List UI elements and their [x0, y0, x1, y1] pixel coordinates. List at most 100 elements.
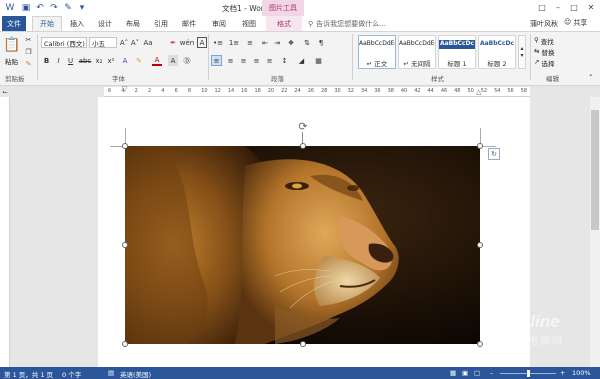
shrink-font-icon[interactable]: A˅: [130, 37, 140, 48]
find-button[interactable]: ⚲ 查找: [534, 36, 554, 46]
resize-handle-top-left[interactable]: [122, 143, 128, 149]
style-no-spacing[interactable]: AaBbCcDdEe ↵ 无间隔: [398, 35, 436, 69]
change-case-icon[interactable]: Aa: [143, 37, 153, 48]
line-spacing-icon[interactable]: ↕: [279, 55, 290, 66]
enclose-characters-icon[interactable]: Ⓓ: [182, 55, 192, 66]
style-heading-2[interactable]: AaBbCcDc 标题 2: [478, 35, 516, 69]
word-count[interactable]: 0 个字: [62, 369, 81, 379]
share-button[interactable]: ☺ 共享: [564, 18, 587, 28]
user-name[interactable]: 蒲叶风秋: [530, 19, 558, 29]
layout-options-icon[interactable]: ↻: [488, 148, 500, 160]
tab-references[interactable]: 引用: [150, 16, 172, 31]
increase-indent-icon[interactable]: ⇥: [272, 37, 282, 48]
font-size-combo[interactable]: 小五: [89, 37, 117, 48]
tell-me-box[interactable]: ⚲ 告诉我您想要做什么...: [308, 16, 386, 31]
page-count[interactable]: 第 1 页，共 1 页: [4, 369, 53, 379]
copy-icon[interactable]: ❐: [24, 47, 33, 56]
save-icon[interactable]: ▣: [20, 2, 32, 13]
format-painter-qat-icon[interactable]: ✎: [62, 2, 74, 13]
align-center-icon[interactable]: ≡: [225, 55, 236, 66]
character-border-icon[interactable]: A: [197, 37, 207, 48]
tab-selector-icon[interactable]: ⌙: [0, 87, 10, 97]
tab-design[interactable]: 设计: [94, 16, 116, 31]
minimize-button[interactable]: –: [550, 1, 566, 14]
bullets-icon[interactable]: •≡: [212, 37, 224, 48]
tab-review[interactable]: 审阅: [208, 16, 230, 31]
rotate-handle-icon[interactable]: ⟳: [297, 120, 309, 133]
justify-icon[interactable]: ≡: [251, 55, 262, 66]
language[interactable]: 英语(美国): [120, 369, 151, 379]
zoom-level[interactable]: 100%: [572, 369, 591, 377]
vertical-ruler[interactable]: [0, 97, 10, 367]
customize-qat-icon[interactable]: ▾: [76, 2, 88, 13]
show-marks-icon[interactable]: ¶: [316, 37, 326, 48]
grow-font-icon[interactable]: A˄: [119, 37, 129, 48]
chinese-layout-icon[interactable]: ❖: [286, 37, 296, 48]
tab-layout[interactable]: 布局: [122, 16, 144, 31]
scrollbar-thumb[interactable]: [591, 110, 599, 230]
collapse-ribbon-icon[interactable]: ˄: [589, 74, 593, 82]
clear-formatting-icon[interactable]: ✒: [168, 37, 178, 48]
align-left-icon[interactable]: ≡: [211, 55, 222, 66]
multilevel-list-icon[interactable]: ≡: [244, 37, 256, 48]
tab-format[interactable]: 格式: [266, 16, 302, 31]
tab-mailings[interactable]: 邮件: [178, 16, 200, 31]
styles-scroll-icon[interactable]: ▴ ▾: [518, 35, 526, 69]
tab-insert[interactable]: 插入: [66, 16, 88, 31]
bold-icon[interactable]: B: [42, 55, 51, 66]
right-indent-marker-icon[interactable]: △: [476, 88, 481, 96]
text-effects-icon[interactable]: A: [120, 55, 130, 66]
print-layout-icon[interactable]: ▣: [462, 369, 468, 377]
format-painter-icon[interactable]: ✎: [24, 59, 33, 68]
resize-handle-bottom-left[interactable]: [122, 341, 128, 347]
resize-handle-top[interactable]: [300, 143, 306, 149]
indent-marker-icon[interactable]: ▽: [122, 85, 127, 93]
font-name-combo[interactable]: Calibri (西文): [41, 37, 87, 48]
style-heading-1[interactable]: AaBbCcDc 标题 1: [438, 35, 476, 69]
resize-handle-bottom-right[interactable]: [477, 341, 483, 347]
close-button[interactable]: ✕: [583, 1, 599, 14]
web-layout-icon[interactable]: □: [474, 369, 480, 377]
sort-icon[interactable]: ⇅: [302, 37, 312, 48]
ribbon-display-options-icon[interactable]: □: [534, 1, 550, 14]
tab-file[interactable]: 文件: [2, 16, 26, 31]
zoom-out-button[interactable]: –: [490, 369, 493, 377]
borders-icon[interactable]: ▦: [313, 55, 324, 66]
font-color-icon[interactable]: A: [152, 55, 162, 66]
proofing-icon[interactable]: ▤: [108, 369, 114, 377]
read-mode-icon[interactable]: ▦: [450, 369, 456, 377]
shading-icon[interactable]: ◢: [296, 55, 307, 66]
paste-label[interactable]: 粘贴: [5, 56, 18, 66]
select-button[interactable]: ↗ 选择: [534, 58, 554, 68]
highlight-icon[interactable]: ✎: [134, 55, 144, 66]
phonetic-guide-icon[interactable]: wén: [180, 37, 194, 48]
underline-icon[interactable]: U: [66, 55, 75, 66]
superscript-icon[interactable]: x²: [106, 55, 116, 66]
undo-icon[interactable]: ↶: [34, 2, 46, 13]
subscript-icon[interactable]: x₂: [94, 55, 104, 66]
cut-icon[interactable]: ✂: [24, 35, 33, 44]
resize-handle-bottom[interactable]: [300, 341, 306, 347]
numbering-icon[interactable]: 1≡: [228, 37, 240, 48]
tab-view[interactable]: 视图: [238, 16, 260, 31]
align-right-icon[interactable]: ≡: [238, 55, 249, 66]
zoom-in-button[interactable]: +: [560, 369, 565, 377]
resize-handle-left[interactable]: [122, 242, 128, 248]
distributed-icon[interactable]: ≡: [264, 55, 275, 66]
replace-button[interactable]: ⇆ 替换: [534, 47, 554, 57]
ruler-tick-label: 54: [494, 88, 501, 94]
resize-handle-top-right[interactable]: [477, 143, 483, 149]
paste-icon[interactable]: 📋: [3, 36, 20, 54]
redo-icon[interactable]: ↷: [48, 2, 60, 13]
lion-image[interactable]: [125, 146, 480, 344]
tab-home[interactable]: 开始: [32, 16, 62, 31]
character-shading-icon[interactable]: A: [168, 55, 178, 66]
maximize-button[interactable]: □: [566, 1, 582, 14]
horizontal-ruler[interactable]: 6 4 2 2 4 6 8 10 12 14 16 18 20 22 24 26 28 30 32 34 36 38 40 4…: [104, 85, 530, 97]
resize-handle-right[interactable]: [477, 242, 483, 248]
italic-icon[interactable]: I: [54, 55, 63, 66]
zoom-slider-thumb[interactable]: [527, 370, 530, 377]
style-normal[interactable]: AaBbCcDdEe ↵ 正文: [358, 35, 396, 69]
strikethrough-icon[interactable]: abc: [79, 55, 92, 66]
decrease-indent-icon[interactable]: ⇤: [260, 37, 270, 48]
